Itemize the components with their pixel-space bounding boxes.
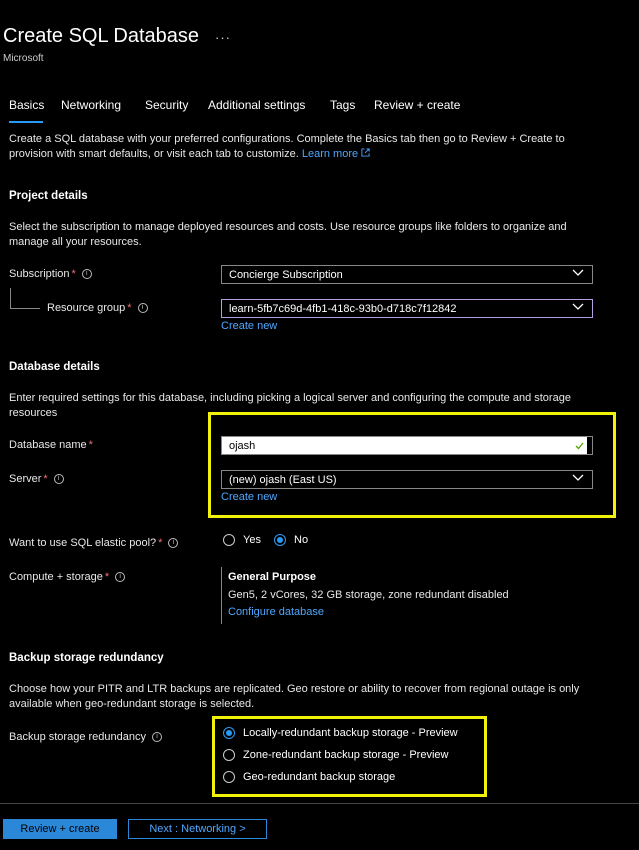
elastic-pool-label: Want to use SQL elastic pool? * i	[9, 537, 179, 549]
backup-option-local-label: Locally-redundant backup storage - Previ…	[243, 727, 458, 739]
radio-zone[interactable]	[223, 749, 235, 761]
subscription-label-text: Subscription	[9, 268, 70, 280]
info-icon[interactable]: i	[168, 538, 179, 549]
learn-more-label[interactable]: Learn more	[302, 148, 358, 160]
server-label: Server * i	[9, 473, 64, 485]
database-name-value: ojash	[229, 440, 256, 452]
required-asterisk: *	[158, 537, 163, 549]
input-cursor	[587, 437, 592, 454]
backup-option-geo-label: Geo-redundant backup storage	[243, 771, 396, 783]
intro-text: Create a SQL database with your preferre…	[9, 132, 609, 162]
backup-option-geo[interactable]: Geo-redundant backup storage	[223, 771, 395, 783]
tab-networking[interactable]: Networking	[61, 98, 121, 112]
intro-description: Create a SQL database with your preferre…	[9, 133, 565, 160]
backup-description: Choose how your PITR and LTR backups are…	[9, 683, 580, 710]
backup-redundancy-label-text: Backup storage redundancy	[9, 731, 146, 743]
info-icon[interactable]: i	[115, 572, 126, 583]
database-name-label-text: Database name	[9, 439, 87, 451]
database-name-input[interactable]: ojash	[221, 436, 593, 455]
database-name-label: Database name *	[9, 439, 93, 451]
review-create-button[interactable]: Review + create	[3, 819, 117, 839]
database-details-heading: Database details	[9, 361, 100, 373]
info-icon[interactable]: i	[81, 269, 92, 280]
compute-storage-label-text: Compute + storage	[9, 571, 103, 583]
project-details-description: Select the subscription to manage deploy…	[9, 221, 567, 248]
resource-group-dropdown[interactable]: learn-5fb7c69d-4fb1-418c-93b0-d718c7f128…	[221, 299, 593, 318]
resource-group-label: Resource group * i	[47, 302, 148, 314]
backup-option-zone[interactable]: Zone-redundant backup storage - Preview	[223, 749, 448, 761]
subscription-dropdown[interactable]: Concierge Subscription	[221, 265, 593, 284]
radio-yes[interactable]	[223, 534, 235, 546]
elastic-pool-no-option[interactable]: No	[274, 534, 308, 546]
next-networking-button[interactable]: Next : Networking >	[128, 819, 267, 839]
elastic-pool-yes-option[interactable]: Yes	[223, 534, 261, 546]
tab-review-create[interactable]: Review + create	[374, 98, 460, 112]
tab-security[interactable]: Security	[145, 98, 188, 112]
page-subtitle: Microsoft	[3, 53, 44, 64]
elastic-pool-no-label: No	[294, 534, 309, 546]
required-asterisk: *	[43, 473, 48, 485]
required-asterisk: *	[71, 268, 76, 280]
required-asterisk: *	[104, 571, 110, 583]
server-value: (new) ojash (East US)	[229, 474, 337, 486]
server-label-text: Server	[9, 473, 42, 485]
backup-redundancy-label: Backup storage redundancy i	[9, 731, 162, 743]
tab-basics[interactable]: Basics	[9, 98, 44, 112]
resource-group-label-text: Resource group	[47, 302, 126, 314]
compute-divider	[221, 567, 222, 624]
learn-more-link[interactable]: Learn more	[302, 148, 370, 160]
server-create-new-link[interactable]: Create new	[221, 491, 277, 503]
chevron-down-icon	[572, 474, 584, 481]
resource-group-value: learn-5fb7c69d-4fb1-418c-93b0-d718c7f128…	[229, 303, 457, 315]
compute-detail: Gen5, 2 vCores, 32 GB storage, zone redu…	[228, 589, 509, 601]
chevron-down-icon	[572, 269, 584, 276]
checkmark-icon	[575, 442, 584, 450]
required-asterisk: *	[88, 439, 93, 451]
radio-local[interactable]	[223, 727, 235, 739]
page-title: Create SQL Database	[3, 25, 200, 47]
footer-divider	[0, 803, 639, 804]
server-dropdown[interactable]: (new) ojash (East US)	[221, 470, 593, 489]
backup-option-zone-label: Zone-redundant backup storage - Preview	[243, 749, 449, 761]
compute-storage-label: Compute + storage * i	[9, 571, 126, 583]
info-icon[interactable]: i	[137, 303, 148, 314]
active-tab-indicator	[9, 121, 43, 123]
subscription-value: Concierge Subscription	[229, 269, 343, 281]
more-options-icon[interactable]: ···	[215, 30, 231, 45]
elastic-pool-label-text: Want to use SQL elastic pool?	[9, 537, 157, 549]
subscription-label: Subscription * i	[9, 268, 92, 280]
radio-no[interactable]	[274, 534, 287, 546]
info-icon[interactable]: i	[53, 474, 64, 485]
configure-database-link[interactable]: Configure database	[228, 606, 324, 618]
radio-geo[interactable]	[223, 771, 235, 783]
elastic-pool-radio-group: Yes No	[223, 534, 308, 549]
resource-group-create-new-link[interactable]: Create new	[221, 320, 277, 332]
project-details-heading: Project details	[9, 190, 88, 202]
external-link-icon	[361, 148, 370, 157]
elastic-pool-yes-label: Yes	[243, 534, 261, 546]
chevron-down-icon	[572, 303, 584, 310]
tree-connector-vertical	[10, 288, 11, 308]
info-icon[interactable]: i	[151, 732, 162, 743]
tab-tags[interactable]: Tags	[330, 98, 355, 112]
tab-additional-settings[interactable]: Additional settings	[208, 98, 305, 112]
compute-tier: General Purpose	[228, 571, 317, 583]
required-asterisk: *	[127, 302, 132, 314]
tree-connector-horizontal	[10, 308, 40, 309]
backup-option-local[interactable]: Locally-redundant backup storage - Previ…	[223, 727, 458, 739]
backup-heading: Backup storage redundancy	[9, 652, 164, 664]
